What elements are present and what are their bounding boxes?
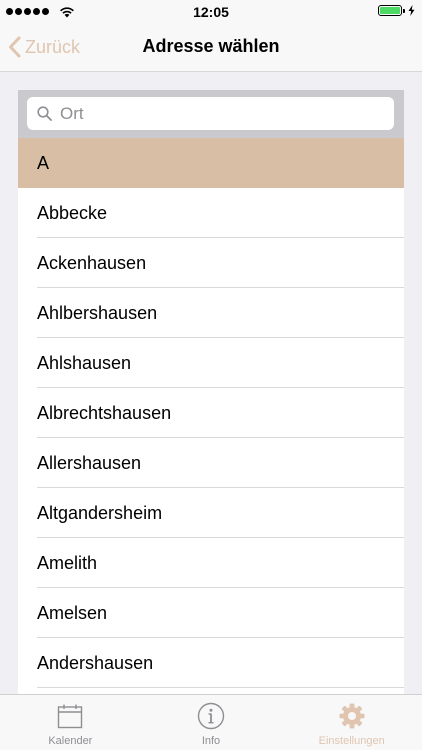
list-item[interactable]: Ackenhausen [18, 238, 404, 288]
calendar-icon [57, 702, 83, 730]
list-item[interactable]: Altgandersheim [18, 488, 404, 538]
address-list-panel: A Abbecke Ackenhausen Ahlbershausen Ahls… [18, 90, 404, 694]
search-bar [18, 90, 404, 138]
info-icon [197, 702, 225, 730]
search-input[interactable] [60, 103, 360, 124]
status-time: 12:05 [193, 4, 229, 20]
list-item[interactable]: Abbecke [18, 188, 404, 238]
tab-info[interactable]: Info [141, 695, 282, 750]
list-item[interactable]: Amelsen [18, 588, 404, 638]
section-header: A [18, 138, 404, 188]
search-field-container[interactable] [27, 97, 394, 130]
tab-label: Kalender [48, 735, 93, 747]
gear-icon [338, 702, 366, 730]
tab-label: Info [201, 735, 221, 747]
list-item[interactable]: Albrechtshausen [18, 388, 404, 438]
tab-einstellungen[interactable]: Einstellungen [281, 695, 422, 750]
list-item[interactable]: Ahlshausen [18, 338, 404, 388]
list-item[interactable]: Amelith [18, 538, 404, 588]
tab-kalender[interactable]: Kalender [0, 695, 141, 750]
status-bar: 12:05 [0, 0, 422, 22]
battery-icon [378, 5, 415, 16]
tab-label: Einstellungen [318, 735, 385, 747]
charging-bolt-icon [408, 5, 415, 16]
place-list: Abbecke Ackenhausen Ahlbershausen Ahlsha… [18, 188, 404, 688]
list-item[interactable]: Allershausen [18, 438, 404, 488]
list-item[interactable]: Ahlbershausen [18, 288, 404, 338]
navigation-bar: Zurück Adresse wählen [0, 22, 422, 72]
search-icon [37, 106, 52, 121]
tab-bar: Kalender Info Einstellungen [0, 694, 422, 750]
page-title: Adresse wählen [142, 36, 280, 56]
list-item[interactable]: Andershausen [18, 638, 404, 688]
